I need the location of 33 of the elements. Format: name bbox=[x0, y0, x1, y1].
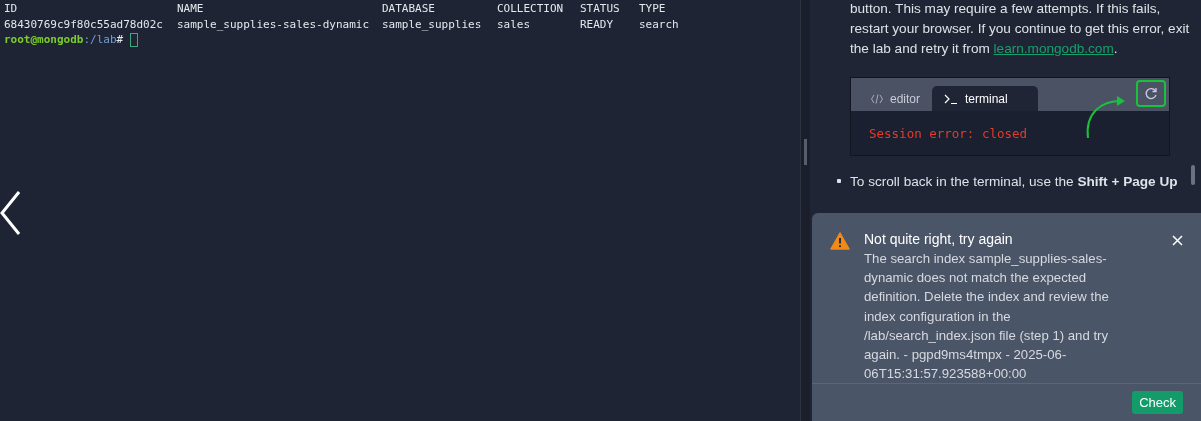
cursor bbox=[130, 33, 139, 47]
link[interactable]: learn.mongodb.com bbox=[993, 41, 1114, 56]
table-cell-text: READY bbox=[580, 16, 615, 32]
column-header: COLLECTION bbox=[497, 1, 565, 17]
instruction-paragraph: button. This may require a few attempts. If this fails, restart your browser. If you continue to get this error, exit the lab and retry it from learn.mongodb.com. bbox=[850, 0, 1191, 58]
close-icon[interactable] bbox=[1172, 235, 1183, 246]
table-cell-text: search bbox=[639, 16, 680, 32]
column-header: DATABASE bbox=[382, 1, 436, 17]
table-cell-text: 68430769c9f80c55ad78d02c bbox=[4, 16, 164, 32]
tab-title: terminal bbox=[932, 86, 1038, 111]
column-header: NAME bbox=[177, 1, 205, 17]
tab-title: editor bbox=[859, 86, 933, 111]
toast-title: Not quite right, try again bbox=[864, 230, 1014, 249]
column-header: ID bbox=[4, 1, 19, 17]
table-cell-text: sales bbox=[497, 16, 532, 32]
column-header: TYPE bbox=[639, 1, 667, 17]
code-icon bbox=[871, 93, 883, 104]
back-chevron-icon[interactable] bbox=[0, 190, 20, 236]
scrollbar-thumb[interactable] bbox=[1191, 165, 1195, 185]
prompt-symbol: # bbox=[116, 32, 124, 48]
check-button[interactable]: Check bbox=[1132, 391, 1183, 415]
warning-icon bbox=[830, 232, 850, 250]
resize-handle[interactable] bbox=[804, 138, 807, 165]
prompt-path: :/lab bbox=[83, 32, 117, 48]
column-header: STATUS bbox=[580, 1, 621, 17]
terminal-icon bbox=[944, 93, 959, 104]
terminal-panel[interactable]: ID NAME DATABASE COLLECTION STATUS TYPE 68430769c9f80c55ad78d02c sample_supplies-sales-dynamic sample_supplies sales READY search root@mongodb:/lab# bbox=[0, 0, 800, 421]
refresh-icon bbox=[1136, 80, 1166, 107]
table-cell-text: sample_supplies bbox=[382, 16, 483, 32]
toast-message: The search index sample_supplies-sales-dynamic does not match the expected definition. Delete the index and review the index configuration in the /lab/search_index.json file (step 1) and try again. - pgpd9ms4tmpx - 2025-06-06T15:31:57.923588+00:00 bbox=[864, 250, 1110, 384]
prompt-user: root@mongodb bbox=[4, 32, 84, 48]
error-message: Session error: closed bbox=[869, 126, 1028, 141]
table-cell-text: sample_supplies-sales-dynamic bbox=[177, 16, 371, 32]
